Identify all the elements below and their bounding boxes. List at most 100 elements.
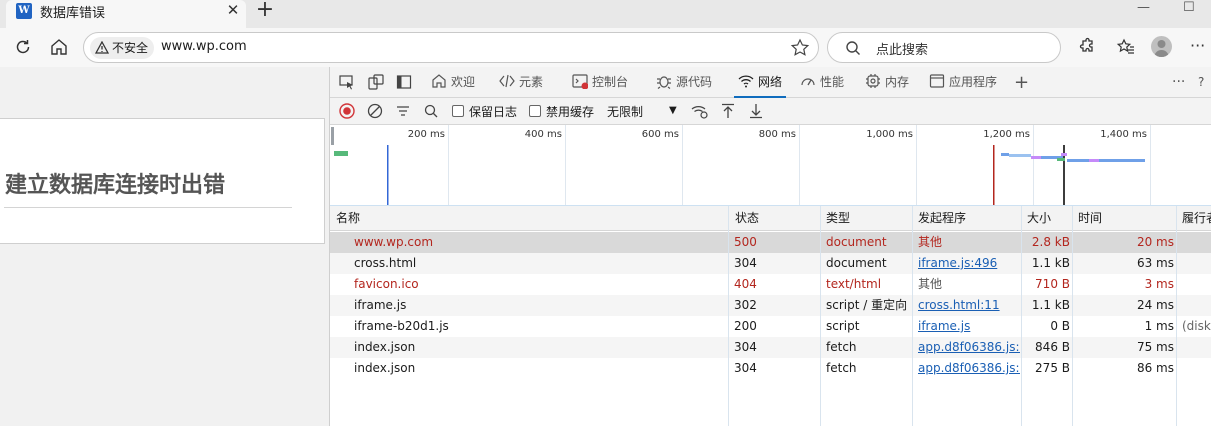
memory-chip-icon bbox=[866, 74, 880, 88]
column-time[interactable]: 时间 bbox=[1073, 206, 1102, 231]
request-initiator[interactable]: app.d8f06386.js:77 bbox=[918, 358, 1020, 379]
maximize-window-icon[interactable]: ☐ bbox=[1183, 0, 1195, 15]
home-icon bbox=[432, 74, 446, 88]
dom-content-loaded-marker bbox=[387, 145, 389, 205]
clear-icon[interactable] bbox=[367, 103, 383, 119]
tab-console-label: 控制台 bbox=[592, 75, 629, 89]
chevron-down-icon[interactable]: ▼ bbox=[669, 105, 677, 116]
search-placeholder: 点此搜索 bbox=[876, 43, 929, 58]
user-icon bbox=[1154, 40, 1169, 57]
request-row[interactable]: index.json 304 fetch app.d8f06386.js:77 275 … bbox=[330, 358, 1211, 379]
extensions-icon[interactable] bbox=[1076, 37, 1096, 57]
request-row[interactable]: index.json 304 fetch app.d8f06386.js:77 846 … bbox=[330, 337, 1211, 358]
request-row[interactable]: cross.html 304 document iframe.js:496 1.1 kB… bbox=[330, 253, 1211, 274]
column-divider bbox=[1176, 206, 1177, 426]
tab-application[interactable]: 应用程序 bbox=[929, 67, 997, 98]
column-divider bbox=[1021, 206, 1022, 426]
request-name: index.json bbox=[354, 361, 416, 375]
search-icon bbox=[846, 41, 860, 55]
console-icon bbox=[572, 74, 588, 89]
request-status: 304 bbox=[734, 340, 757, 354]
filter-icon[interactable] bbox=[395, 103, 411, 119]
request-time: 3 ms bbox=[1144, 277, 1174, 291]
column-status[interactable]: 状态 bbox=[730, 206, 759, 231]
tab-performance-label: 性能 bbox=[820, 75, 845, 89]
column-initiator[interactable]: 发起程序 bbox=[913, 206, 966, 231]
column-fulfilled-by[interactable]: 履行者 bbox=[1177, 206, 1211, 231]
request-status: 302 bbox=[734, 298, 757, 312]
tab-elements[interactable]: 元素 bbox=[499, 67, 543, 98]
request-row[interactable]: iframe.js 302 script / 重定向 cross.html:11 1.1… bbox=[330, 295, 1211, 316]
tab-network[interactable]: 网络 bbox=[734, 67, 787, 98]
reload-icon[interactable] bbox=[13, 37, 33, 57]
overview-bar bbox=[1057, 158, 1065, 161]
tab-console[interactable]: 控制台 bbox=[572, 67, 628, 98]
tab-performance[interactable]: 性能 bbox=[800, 67, 844, 98]
new-tab-icon[interactable]: + bbox=[254, 0, 276, 21]
request-size: 275 B bbox=[1035, 361, 1070, 375]
request-status: 404 bbox=[734, 277, 757, 291]
request-row[interactable]: iframe-b20d1.js 200 script iframe.js 0 B 1 ms… bbox=[330, 316, 1211, 337]
url-text: www.wp.com bbox=[161, 39, 247, 54]
column-size[interactable]: 大小 bbox=[1022, 206, 1051, 231]
request-initiator[interactable]: iframe.js:496 bbox=[918, 253, 1020, 274]
column-divider bbox=[912, 206, 913, 426]
tab-application-label: 应用程序 bbox=[949, 75, 998, 89]
wifi-icon bbox=[738, 75, 754, 88]
request-time: 1 ms bbox=[1144, 319, 1174, 333]
request-name: favicon.ico bbox=[354, 277, 419, 291]
network-conditions-icon[interactable] bbox=[691, 103, 709, 119]
overview-handle-left[interactable] bbox=[331, 127, 334, 145]
request-row[interactable]: www.wp.com 500 document 其他 2.8 kB 20 ms bbox=[330, 232, 1211, 253]
column-name[interactable]: 名称 bbox=[331, 206, 360, 231]
overview-bar bbox=[1067, 159, 1089, 162]
search-icon[interactable] bbox=[423, 103, 439, 119]
disable-cache-label: 禁用缓存 bbox=[546, 105, 595, 119]
request-type: script bbox=[826, 319, 860, 333]
dock-side-icon[interactable] bbox=[396, 74, 412, 90]
request-initiator[interactable]: app.d8f06386.js:77 bbox=[918, 337, 1020, 358]
network-overview-timeline[interactable]: 200 ms 400 ms 600 ms 800 ms 1,000 ms 1,200 ms… bbox=[330, 125, 1211, 206]
throttling-select[interactable]: 无限制 bbox=[607, 103, 643, 120]
inspect-element-icon[interactable] bbox=[339, 74, 355, 90]
browser-tab[interactable]: W 数据库错误 ✕ bbox=[6, 0, 246, 28]
search-box[interactable]: 点此搜索 bbox=[827, 32, 1061, 63]
disable-cache-checkbox[interactable] bbox=[529, 105, 541, 117]
request-size: 0 B bbox=[1050, 319, 1070, 333]
favorite-star-icon[interactable] bbox=[790, 38, 810, 58]
device-emulation-icon[interactable] bbox=[368, 74, 384, 90]
tab-network-label: 网络 bbox=[758, 75, 783, 89]
tab-memory[interactable]: 内存 bbox=[865, 67, 909, 98]
preserve-log-checkbox[interactable] bbox=[452, 105, 464, 117]
help-icon[interactable]: ? bbox=[1198, 67, 1204, 98]
request-initiator[interactable]: iframe.js bbox=[918, 316, 1020, 337]
error-panel: 建立数据库连接时出错 bbox=[0, 118, 325, 244]
profile-avatar[interactable] bbox=[1151, 36, 1172, 57]
column-divider bbox=[1072, 206, 1073, 426]
request-status: 200 bbox=[734, 319, 757, 333]
request-type: document bbox=[826, 235, 887, 249]
favorites-icon[interactable] bbox=[1116, 37, 1136, 57]
preserve-log-label: 保留日志 bbox=[469, 105, 518, 119]
address-bar[interactable]: 不安全 www.wp.com bbox=[83, 32, 819, 63]
download-har-icon[interactable] bbox=[748, 103, 764, 119]
request-size: 710 B bbox=[1035, 277, 1070, 291]
tab-welcome[interactable]: 欢迎 bbox=[431, 67, 475, 98]
request-row[interactable]: favicon.ico 404 text/html 其他 710 B 3 ms bbox=[330, 274, 1211, 295]
request-initiator[interactable]: cross.html:11 bbox=[918, 295, 1020, 316]
application-window-icon bbox=[929, 74, 945, 88]
add-tool-icon[interactable]: + bbox=[1014, 67, 1029, 98]
request-type: fetch bbox=[826, 361, 857, 375]
bug-icon bbox=[657, 76, 671, 89]
tab-sources[interactable]: 源代码 bbox=[656, 67, 712, 98]
minimize-window-icon[interactable]: — bbox=[1137, 0, 1150, 15]
upload-har-icon[interactable] bbox=[720, 103, 736, 119]
home-icon[interactable] bbox=[49, 37, 69, 57]
request-name: iframe-b20d1.js bbox=[354, 319, 449, 333]
not-secure-badge[interactable]: 不安全 bbox=[90, 37, 155, 59]
close-tab-icon[interactable]: ✕ bbox=[224, 1, 242, 19]
more-tools-icon[interactable]: ··· bbox=[1172, 67, 1185, 98]
column-type[interactable]: 类型 bbox=[821, 206, 850, 231]
more-menu-icon[interactable]: ··· bbox=[1190, 36, 1205, 55]
record-stop-icon[interactable] bbox=[339, 103, 355, 119]
